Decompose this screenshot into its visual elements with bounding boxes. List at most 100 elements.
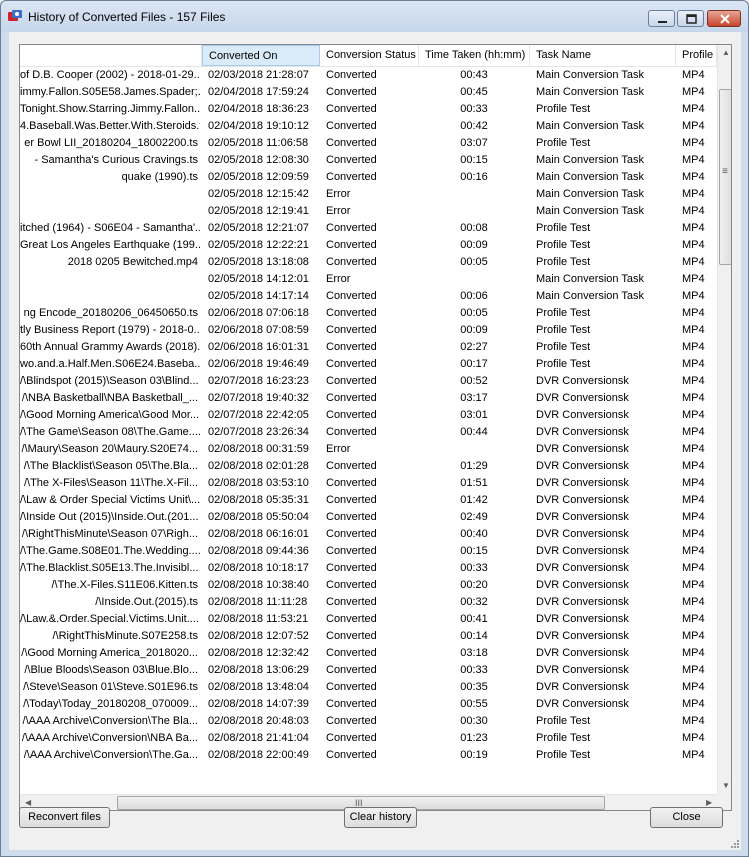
table-row[interactable]: /\The.Blacklist.S05E13.The.Invisibl... 02… — [20, 560, 717, 577]
scroll-left-arrow-icon[interactable]: ◀ — [25, 799, 31, 807]
converted-on-cell: 02/03/2018 21:28:07 — [208, 69, 309, 81]
close-window-button[interactable] — [707, 10, 741, 27]
minimize-button[interactable] — [648, 10, 675, 27]
table-row[interactable]: /\The Blacklist\Season 05\The.Bla... 02/0… — [20, 458, 717, 475]
table-row[interactable]: /\Blindspot (2015)\Season 03\Blind... 02/… — [20, 373, 717, 390]
table-row[interactable]: /\AAA Archive\Conversion\The.Ga... 02/08/… — [20, 747, 717, 764]
table-row[interactable]: /\AAA Archive\Conversion\The Bla... 02/08… — [20, 713, 717, 730]
file-name-cell: /\Today\Today_20180208_070009... — [23, 698, 198, 710]
table-row[interactable]: 2018 0205 Bewitched.mp4 02/05/2018 13:18:… — [20, 254, 717, 271]
table-row[interactable]: /\The.Game.S08E01.The.Wedding.... 02/08/2… — [20, 543, 717, 560]
column-header-profile[interactable]: Profile — [676, 45, 717, 66]
table-row[interactable]: /\The.X-Files.S11E06.Kitten.ts 02/08/2018… — [20, 577, 717, 594]
converted-on-cell: 02/08/2018 10:18:17 — [208, 562, 309, 574]
table-row[interactable]: /\RightThisMinute\Season 07\Righ... 02/08… — [20, 526, 717, 543]
time-taken-cell: 00:14 — [460, 630, 488, 642]
profile-cell: MP4 — [682, 545, 705, 557]
file-name-cell: /\AAA Archive\Conversion\The Bla... — [22, 715, 198, 727]
table-row[interactable]: ng Encode_20180206_06450650.ts 02/06/2018… — [20, 305, 717, 322]
column-header-task-name[interactable]: Task Name — [530, 45, 676, 66]
file-name-cell: 2018 0205 Bewitched.mp4 — [67, 256, 198, 268]
profile-cell: MP4 — [682, 511, 705, 523]
task-name-cell: Main Conversion Task — [536, 171, 645, 183]
title-bar[interactable]: History of Converted Files - 157 Files — [1, 1, 748, 32]
table-row[interactable]: immy.Fallon.S05E58.James.Spader;... 02/04… — [20, 84, 717, 101]
table-row[interactable]: /\Inside.Out.(2015).ts 02/08/2018 11:11:2… — [20, 594, 717, 611]
table-row[interactable]: 02/05/2018 12:19:41 Error Main Conversion … — [20, 203, 717, 220]
column-header-file[interactable] — [20, 45, 202, 66]
time-taken-cell: 00:16 — [460, 171, 488, 183]
status-cell: Error — [326, 188, 351, 200]
vertical-scroll-thumb[interactable]: ≡ — [719, 89, 731, 265]
maximize-button[interactable] — [677, 10, 704, 27]
file-name-cell — [20, 203, 200, 220]
table-row[interactable]: itched (1964) - S06E04 - Samantha'... 02/… — [20, 220, 717, 237]
table-row[interactable]: er Bowl LII_20180204_18002200.ts 02/05/20… — [20, 135, 717, 152]
history-list[interactable]: Converted On Conversion Status Time Take… — [19, 44, 732, 811]
status-cell: Converted — [326, 239, 377, 251]
scroll-up-arrow-icon[interactable]: ▲ — [722, 49, 730, 57]
status-cell: Converted — [326, 392, 377, 404]
column-header-time-taken[interactable]: Time Taken (hh:mm) — [419, 45, 530, 66]
table-row[interactable]: /\Steve\Season 01\Steve.S01E96.ts 02/08/2… — [20, 679, 717, 696]
clear-history-button[interactable]: Clear history — [344, 807, 417, 828]
status-cell: Converted — [326, 596, 377, 608]
table-row[interactable]: - Samantha's Curious Cravings.ts 02/05/20… — [20, 152, 717, 169]
table-row[interactable]: 60th Annual Grammy Awards (2018)... 02/06… — [20, 339, 717, 356]
converted-on-cell: 02/08/2018 00:31:59 — [208, 443, 309, 455]
task-name-cell: DVR Conversionsk — [536, 579, 629, 591]
scroll-down-arrow-icon[interactable]: ▼ — [722, 782, 730, 790]
profile-cell: MP4 — [682, 137, 705, 149]
table-row[interactable]: wo.and.a.Half.Men.S06E24.Baseba... 02/06/… — [20, 356, 717, 373]
table-row[interactable]: of D.B. Cooper (2002) - 2018-01-29... 02/… — [20, 67, 717, 84]
table-row[interactable]: /\Blue Bloods\Season 03\Blue.Blo... 02/08… — [20, 662, 717, 679]
app-icon — [8, 10, 22, 21]
scroll-right-arrow-icon[interactable]: ▶ — [706, 799, 712, 807]
reconvert-files-button[interactable]: Reconvert files — [19, 807, 110, 828]
minimize-icon — [658, 21, 667, 23]
maximize-icon — [686, 14, 697, 24]
time-taken-cell: 00:09 — [460, 239, 488, 251]
table-row[interactable]: tly Business Report (1979) - 2018-0... 02… — [20, 322, 717, 339]
column-header-converted-on[interactable]: Converted On — [202, 45, 320, 66]
converted-on-cell: 02/08/2018 11:53:21 — [208, 613, 309, 625]
table-row[interactable]: /\AAA Archive\Conversion\NBA Ba... 02/08/… — [20, 730, 717, 747]
file-name-cell: /\Steve\Season 01\Steve.S01E96.ts — [23, 681, 198, 693]
table-row[interactable]: /\Maury\Season 20\Maury.S20E74... 02/08/2… — [20, 441, 717, 458]
table-row[interactable]: /\NBA Basketball\NBA Basketball_... 02/07… — [20, 390, 717, 407]
table-row[interactable]: 02/05/2018 12:15:42 Error Main Conversion … — [20, 186, 717, 203]
table-row[interactable]: /\Good Morning America\Good Mor... 02/07/… — [20, 407, 717, 424]
time-taken-cell: 00:19 — [460, 749, 488, 761]
status-cell: Converted — [326, 511, 377, 523]
time-taken-cell: 00:15 — [460, 545, 488, 557]
table-row[interactable]: 4.Baseball.Was.Better.With.Steroids.ts 02… — [20, 118, 717, 135]
table-row[interactable]: /\Today\Today_20180208_070009... 02/08/20… — [20, 696, 717, 713]
task-name-cell: DVR Conversionsk — [536, 681, 629, 693]
table-row[interactable]: /\The X-Files\Season 11\The.X-Fil... 02/0… — [20, 475, 717, 492]
vertical-scrollbar[interactable]: ▲ ≡ ▼ — [717, 45, 731, 794]
table-row[interactable]: /\Law.&.Order.Special.Victims.Unit.... 02… — [20, 611, 717, 628]
table-row[interactable]: /\RightThisMinute.S07E258.ts 02/08/2018 1… — [20, 628, 717, 645]
table-row[interactable]: quake (1990).ts 02/05/2018 12:09:59 Conver… — [20, 169, 717, 186]
file-name-cell: /\The.X-Files.S11E06.Kitten.ts — [51, 579, 198, 591]
task-name-cell: DVR Conversionsk — [536, 630, 629, 642]
file-name-cell: - Samantha's Curious Cravings.ts — [34, 154, 199, 166]
table-row[interactable]: Tonight.Show.Starring.Jimmy.Fallon.... 02… — [20, 101, 717, 118]
table-row[interactable]: /\The Game\Season 08\The.Game.... 02/07/2… — [20, 424, 717, 441]
table-row[interactable]: 02/05/2018 14:17:14 Converted 00:06 Main Co… — [20, 288, 717, 305]
profile-cell: MP4 — [682, 392, 705, 404]
task-name-cell: Profile Test — [536, 358, 591, 370]
close-icon — [720, 14, 730, 24]
resize-grip-icon[interactable] — [729, 838, 739, 848]
table-row[interactable]: /\Good Morning America_2018020... 02/08/2… — [20, 645, 717, 662]
column-header-status[interactable]: Conversion Status — [320, 45, 419, 66]
close-button[interactable]: Close — [650, 807, 723, 828]
table-row[interactable]: /\Law & Order Special Victims Unit\... 02… — [20, 492, 717, 509]
converted-on-cell: 02/08/2018 03:53:10 — [208, 477, 309, 489]
table-row[interactable]: 02/05/2018 14:12:01 Error Main Conversion … — [20, 271, 717, 288]
time-taken-cell — [420, 203, 528, 220]
table-row[interactable]: /\Inside Out (2015)\Inside.Out.(201... 02… — [20, 509, 717, 526]
converted-on-cell: 02/06/2018 19:46:49 — [208, 358, 309, 370]
file-name-cell: /\RightThisMinute.S07E258.ts — [52, 630, 198, 642]
table-row[interactable]: Great Los Angeles Earthquake (199... 02/0… — [20, 237, 717, 254]
